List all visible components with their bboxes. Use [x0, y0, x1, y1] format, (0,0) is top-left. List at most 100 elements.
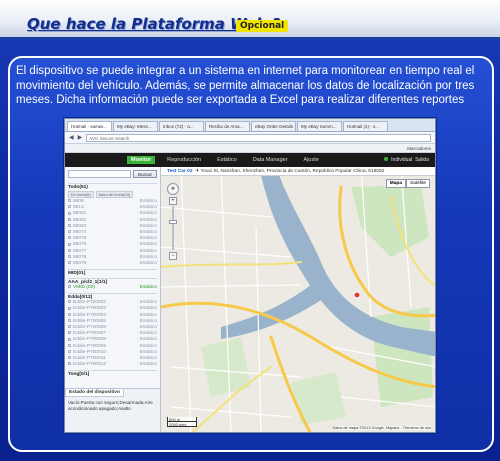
zoom-slider[interactable]: [169, 206, 177, 250]
device-address: Youxi St, Nanshan, Shenzhen, Provincia d…: [200, 169, 385, 174]
status-text: Vacío:Puerta con seguro;Desarmada;Aire a…: [68, 400, 153, 411]
device-name: Eddie-P700904: [73, 312, 107, 318]
nav-estatico[interactable]: Estático: [213, 156, 241, 164]
checkbox[interactable]: [68, 319, 71, 323]
browser-tab[interactable]: Hotmail - samwi...: [67, 121, 112, 131]
zoom-thumb[interactable]: [169, 220, 177, 224]
checkbox[interactable]: [68, 199, 71, 203]
zoom-in-icon[interactable]: +: [169, 197, 177, 205]
checkbox[interactable]: [68, 217, 71, 221]
device-name: VMID (00): [73, 285, 95, 291]
checkbox[interactable]: [68, 223, 71, 227]
browser-tab[interactable]: Hotmail (4) - s...: [343, 121, 388, 131]
list-item[interactable]: Eddie-P700912 Estático: [68, 362, 157, 368]
device-name: 8809: [73, 199, 84, 204]
checkbox[interactable]: [68, 331, 71, 335]
checkbox[interactable]: [68, 285, 71, 289]
device-sidebar: Buscar Todo(61) En línea(0) fuera de lín…: [65, 167, 161, 432]
group-mid[interactable]: MID[01]: [68, 269, 157, 276]
device-label[interactable]: Test Car 02: [167, 169, 193, 174]
device-name: 8813: [73, 205, 84, 211]
checkbox[interactable]: [68, 230, 71, 234]
street-map: [161, 167, 435, 432]
location-pin-icon: ✈: [195, 169, 200, 174]
device-name: 88081: [73, 211, 87, 217]
device-search-row: Buscar: [65, 167, 160, 181]
status-tab[interactable]: Estado del dispositivo: [65, 389, 124, 397]
device-name: Eddie-P700905: [73, 318, 107, 324]
checkbox[interactable]: [68, 248, 71, 252]
map-type-switch: Mapa Satélite: [385, 179, 430, 188]
checkbox[interactable]: [68, 343, 71, 347]
bookmarks-link[interactable]: Marcadores: [407, 146, 431, 151]
forward-icon[interactable]: ▶: [78, 134, 83, 141]
checkbox[interactable]: [68, 356, 71, 360]
browser-tab[interactable]: eBay Order Details: [251, 121, 296, 131]
device-name: 88075: [73, 236, 87, 242]
checkbox[interactable]: [68, 306, 71, 310]
checkbox[interactable]: [68, 362, 71, 366]
checkbox[interactable]: [68, 300, 71, 304]
list-item[interactable]: VMID (00) Estático: [68, 285, 157, 291]
device-name: Eddie-P700908: [73, 337, 107, 343]
map-type-satellite[interactable]: Satélite: [406, 179, 430, 188]
app-content: Buscar Todo(61) En línea(0) fuera de lín…: [65, 167, 435, 432]
device-name: Eddie-P700903: [73, 306, 107, 312]
checkbox[interactable]: [68, 205, 71, 209]
nav-ajuste[interactable]: Ajuste: [300, 156, 323, 164]
platform-screenshot: Hotmail - samwi... My eBay: Mess... Inbo…: [64, 118, 436, 433]
map-info-bar: Test Car 02 ✈ Youxi St, Nanshan, Shenzhe…: [161, 167, 435, 176]
group-aaa[interactable]: AAA_p/cl2_1[1/1]: [68, 278, 157, 285]
search-button[interactable]: Buscar: [133, 170, 157, 178]
search-field[interactable]: AVG Secure Search: [86, 133, 431, 142]
scale-feet: 2000 pies: [167, 422, 197, 427]
filter-online[interactable]: En línea(0): [68, 191, 94, 198]
device-name: Eddie-P700910: [73, 349, 107, 355]
device-name: Eddie-P700902: [73, 300, 107, 306]
map-type-map[interactable]: Mapa: [385, 179, 406, 188]
device-status: Estático: [139, 362, 157, 368]
device-name: 88078: [73, 254, 87, 260]
checkbox[interactable]: [68, 312, 71, 316]
user-name: Individual: [391, 157, 413, 163]
device-name: Eddie-P700909: [73, 343, 107, 349]
zoom-out-icon[interactable]: −: [169, 252, 177, 260]
device-name: 88077: [73, 248, 87, 254]
back-icon[interactable]: ◀: [69, 134, 74, 141]
bookmarks-bar: Marcadores: [65, 144, 435, 153]
checkbox[interactable]: [68, 236, 71, 240]
nav-monitor[interactable]: Monitor: [127, 156, 156, 164]
browser-tab[interactable]: Recibo de Ama...: [205, 121, 250, 131]
checkbox[interactable]: [68, 261, 71, 265]
browser-tab[interactable]: My eBay Summ...: [297, 121, 342, 131]
device-name: Eddie-P700911: [73, 355, 106, 361]
browser-tab-strip: Hotmail - samwi... My eBay: Mess... Inbo…: [65, 119, 435, 132]
list-item[interactable]: 88079 Estático: [68, 261, 157, 267]
nav-reproduccion[interactable]: Reproducción: [163, 156, 205, 164]
logout-link[interactable]: Salida: [415, 157, 429, 163]
group-tong[interactable]: Tong[0/1]: [68, 370, 157, 377]
user-box: Individual Salida: [383, 157, 429, 163]
pan-control-icon[interactable]: ✥: [167, 183, 179, 195]
device-name: Eddie-P700907: [73, 331, 107, 337]
map-scale: 500 m 2000 pies: [167, 417, 197, 427]
optional-badge: Opcional: [236, 20, 289, 32]
checkbox[interactable]: [68, 325, 71, 329]
device-name: 88074: [73, 229, 87, 235]
checkbox[interactable]: [68, 337, 71, 341]
checkbox[interactable]: [68, 242, 71, 246]
checkbox[interactable]: [68, 349, 71, 353]
device-search-input[interactable]: [68, 170, 131, 178]
browser-tab[interactable]: My eBay: Mess...: [113, 121, 158, 131]
checkbox[interactable]: [68, 211, 71, 215]
filter-offline[interactable]: fuera de línea(34): [95, 191, 134, 198]
app-nav: Monitor Reproducción Estático Data Manag…: [65, 153, 435, 167]
description-text: El dispositivo se puede integrar a un si…: [16, 65, 475, 106]
nav-data-manager[interactable]: Data Manager: [249, 156, 292, 164]
device-name: 88083: [73, 223, 87, 229]
map-attribution[interactable]: Datos de mapa ©2013 Google, Mapabc - Tér…: [332, 426, 431, 430]
browser-tab[interactable]: Inbox (72) - a...: [159, 121, 204, 131]
group-all[interactable]: Todo(61): [68, 183, 157, 190]
map-area[interactable]: Test Car 02 ✈ Youxi St, Nanshan, Shenzhe…: [161, 167, 435, 432]
checkbox[interactable]: [68, 254, 71, 258]
